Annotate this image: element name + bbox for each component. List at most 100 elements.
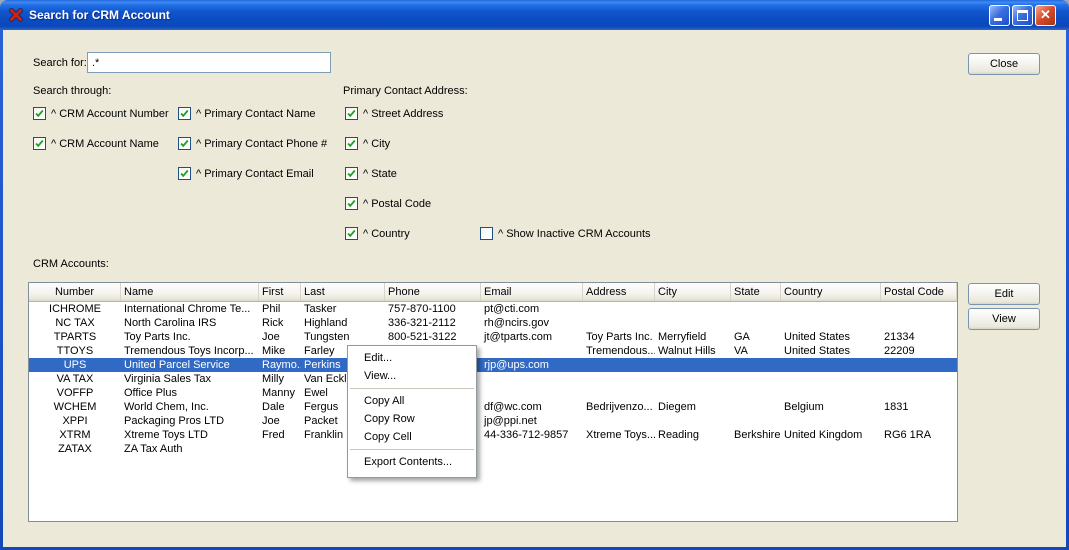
table-cell[interactable]: Office Plus (121, 386, 259, 400)
column-header-email[interactable]: Email (481, 283, 583, 301)
menu-item-edit[interactable]: Edit... (348, 349, 476, 367)
table-cell[interactable]: VA (731, 344, 781, 358)
table-row-ichrome[interactable]: ICHROMEInternational Chrome Te...PhilTas… (29, 302, 957, 316)
table-cell[interactable] (481, 344, 583, 358)
table-cell[interactable] (583, 358, 655, 372)
table-row-zatax[interactable]: ZATAXZA Tax Auth (29, 442, 957, 456)
table-cell[interactable]: Raymo... (259, 358, 301, 372)
table-row-nc-tax[interactable]: NC TAXNorth Carolina IRSRickHighland336-… (29, 316, 957, 330)
table-cell[interactable] (731, 386, 781, 400)
table-cell[interactable] (731, 414, 781, 428)
column-header-city[interactable]: City (655, 283, 731, 301)
table-cell[interactable]: TTOYS (29, 344, 121, 358)
table-cell[interactable]: pt@cti.com (481, 302, 583, 316)
table-cell[interactable]: RG6 1RA (881, 428, 957, 442)
table-cell[interactable] (881, 414, 957, 428)
table-cell[interactable] (655, 372, 731, 386)
table-cell[interactable] (881, 386, 957, 400)
table-cell[interactable] (731, 372, 781, 386)
column-header-name[interactable]: Name (121, 283, 259, 301)
table-cell[interactable]: jt@tparts.com (481, 330, 583, 344)
table-cell[interactable]: United States (781, 344, 881, 358)
table-cell[interactable] (481, 386, 583, 400)
table-cell[interactable] (655, 316, 731, 330)
checkbox-show-inactive-crm-accounts[interactable]: ^ Show Inactive CRM Accounts (480, 227, 651, 240)
table-cell[interactable]: ZATAX (29, 442, 121, 456)
table-cell[interactable] (731, 316, 781, 330)
column-header-last[interactable]: Last (301, 283, 385, 301)
table-cell[interactable]: NC TAX (29, 316, 121, 330)
table-cell[interactable] (781, 302, 881, 316)
checkbox-primary-contact-phone[interactable]: ^ Primary Contact Phone # (178, 137, 327, 150)
table-row-tparts[interactable]: TPARTSToy Parts Inc.JoeTungsten800-521-3… (29, 330, 957, 344)
table-cell[interactable]: Toy Parts Inc. (583, 330, 655, 344)
maximize-button[interactable] (1012, 5, 1033, 26)
table-cell[interactable]: ICHROME (29, 302, 121, 316)
table-row-voffp[interactable]: VOFFPOffice PlusMannyEwel (29, 386, 957, 400)
table-cell[interactable] (781, 442, 881, 456)
table-cell[interactable] (583, 386, 655, 400)
table-cell[interactable]: Joe (259, 414, 301, 428)
close-window-button[interactable]: ✕ (1035, 5, 1056, 26)
table-cell[interactable]: North Carolina IRS (121, 316, 259, 330)
table-cell[interactable]: Walnut Hills (655, 344, 731, 358)
table-row-xtrm[interactable]: XTRMXtreme Toys LTDFredFranklin44-336-71… (29, 428, 957, 442)
table-cell[interactable] (583, 414, 655, 428)
table-cell[interactable]: 22209 (881, 344, 957, 358)
table-cell[interactable] (583, 442, 655, 456)
checkbox-crm-account-number[interactable]: ^ CRM Account Number (33, 107, 169, 120)
table-cell[interactable]: ZA Tax Auth (121, 442, 259, 456)
table-cell[interactable] (781, 414, 881, 428)
menu-item-export-contents[interactable]: Export Contents... (348, 453, 476, 471)
table-row-xppi[interactable]: XPPIPackaging Pros LTDJoePacketjp@ppi.ne… (29, 414, 957, 428)
table-cell[interactable]: Tremendous... (583, 344, 655, 358)
table-cell[interactable]: Reading (655, 428, 731, 442)
checkbox-primary-contact-name[interactable]: ^ Primary Contact Name (178, 107, 327, 120)
table-cell[interactable]: rjp@ups.com (481, 358, 583, 372)
column-header-address[interactable]: Address (583, 283, 655, 301)
close-button[interactable]: Close (968, 53, 1040, 75)
table-cell[interactable] (655, 414, 731, 428)
table-cell[interactable]: 21334 (881, 330, 957, 344)
table-cell[interactable] (259, 442, 301, 456)
table-cell[interactable]: 757-870-1100 (385, 302, 481, 316)
table-cell[interactable] (881, 358, 957, 372)
table-cell[interactable]: GA (731, 330, 781, 344)
table-row-ups[interactable]: UPSUnited Parcel ServiceRaymo...Perkinsr… (29, 358, 957, 372)
checkbox-primary-contact-email[interactable]: ^ Primary Contact Email (178, 167, 327, 180)
table-row-wchem[interactable]: WCHEMWorld Chem, Inc.DaleFergusdf@wc.com… (29, 400, 957, 414)
table-cell[interactable] (655, 386, 731, 400)
table-cell[interactable] (781, 358, 881, 372)
title-bar[interactable]: Search for CRM Account ✕ (0, 0, 1069, 30)
column-header-phone[interactable]: Phone (385, 283, 481, 301)
search-input[interactable] (87, 52, 331, 73)
table-cell[interactable]: XTRM (29, 428, 121, 442)
table-cell[interactable]: Dale (259, 400, 301, 414)
table-cell[interactable] (881, 442, 957, 456)
table-cell[interactable] (781, 372, 881, 386)
table-cell[interactable]: Tremendous Toys Incorp... (121, 344, 259, 358)
checkbox-city[interactable]: ^ City (345, 137, 443, 150)
table-cell[interactable]: VOFFP (29, 386, 121, 400)
table-cell[interactable]: WCHEM (29, 400, 121, 414)
table-cell[interactable] (481, 372, 583, 386)
table-cell[interactable]: TPARTS (29, 330, 121, 344)
column-header-postal-code[interactable]: Postal Code (881, 283, 957, 301)
table-cell[interactable]: Tungsten (301, 330, 385, 344)
table-cell[interactable]: 336-321-2112 (385, 316, 481, 330)
checkbox-street-address[interactable]: ^ Street Address (345, 107, 443, 120)
table-cell[interactable]: Xtreme Toys LTD (121, 428, 259, 442)
table-cell[interactable]: Toy Parts Inc. (121, 330, 259, 344)
table-cell[interactable]: Milly (259, 372, 301, 386)
table-cell[interactable] (731, 442, 781, 456)
table-cell[interactable]: Belgium (781, 400, 881, 414)
table-cell[interactable]: Virginia Sales Tax (121, 372, 259, 386)
table-cell[interactable]: Berkshire (731, 428, 781, 442)
table-row-va-tax[interactable]: VA TAXVirginia Sales TaxMillyVan Eckl (29, 372, 957, 386)
table-cell[interactable]: Merryfield (655, 330, 731, 344)
checkbox-crm-account-name[interactable]: ^ CRM Account Name (33, 137, 169, 150)
table-cell[interactable] (655, 358, 731, 372)
table-cell[interactable] (481, 442, 583, 456)
column-header-first[interactable]: First (259, 283, 301, 301)
table-cell[interactable]: Phil (259, 302, 301, 316)
